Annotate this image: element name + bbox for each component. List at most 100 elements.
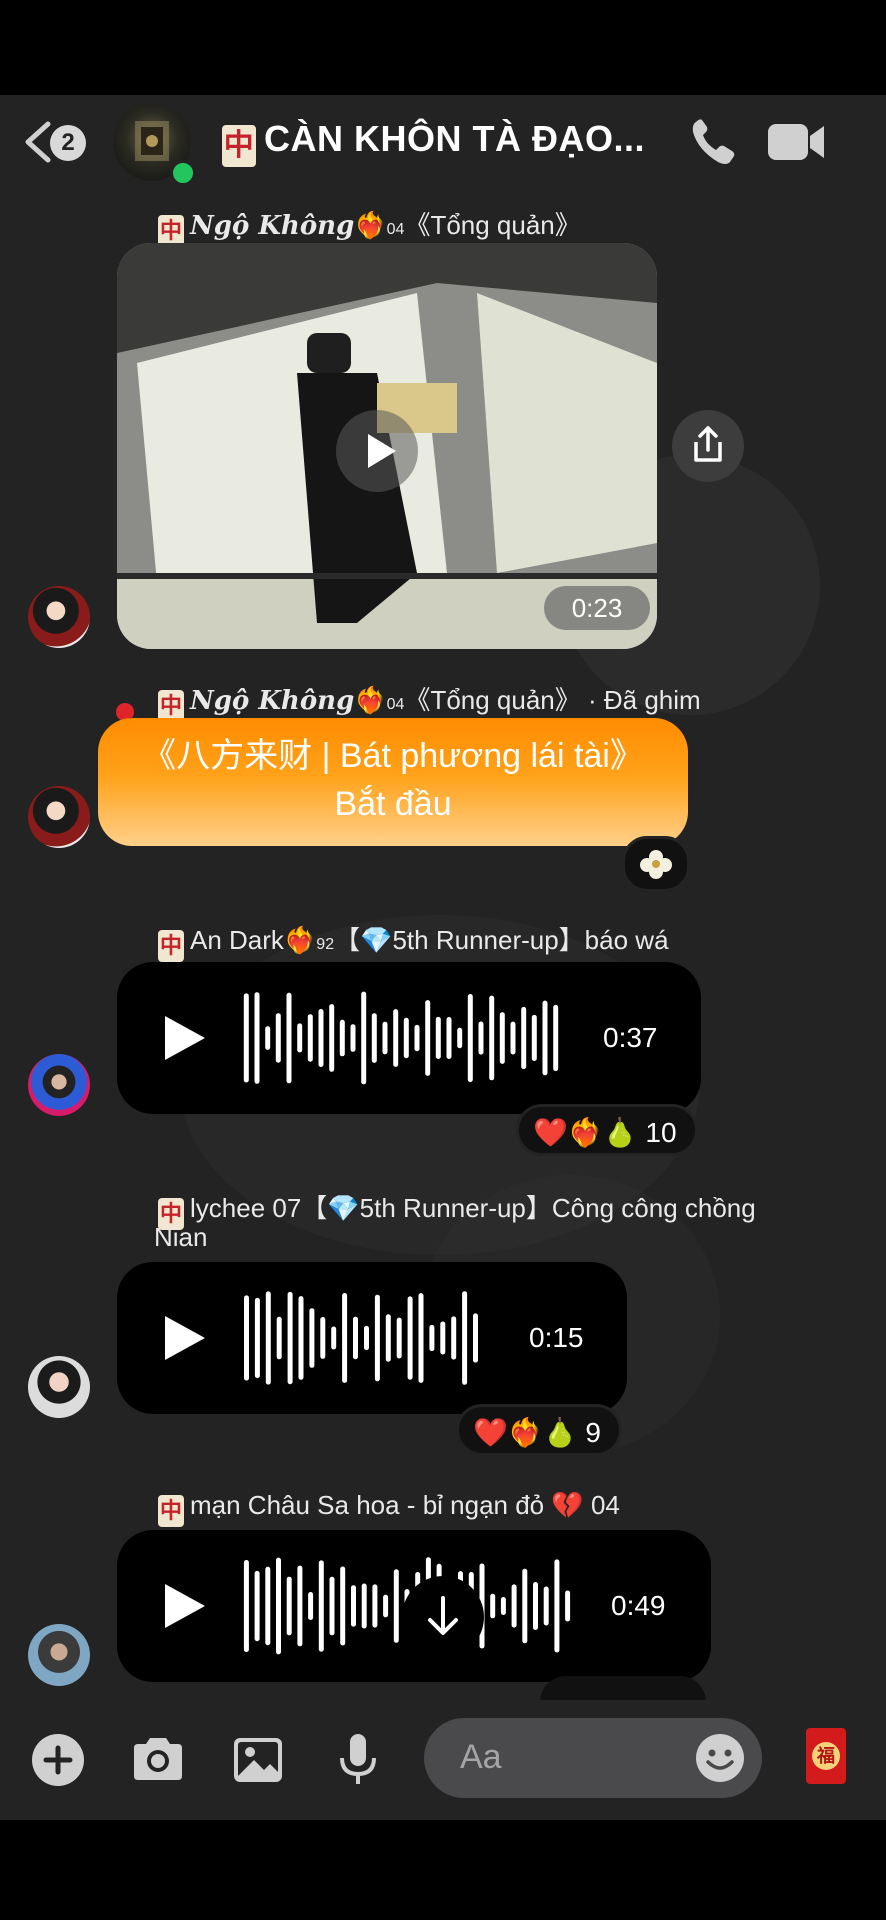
waveform-bar — [473, 1313, 478, 1363]
pinned-message-line2: Bắt đầu — [334, 785, 452, 823]
audio-play-icon[interactable] — [165, 1016, 205, 1060]
waveform-bar — [329, 1004, 335, 1072]
waveform-bar — [478, 1021, 484, 1055]
arrow-down-icon — [428, 1596, 458, 1635]
sender-name: Ngộ Không — [190, 686, 355, 716]
waveform-bar — [265, 1291, 271, 1385]
audio-duration: 0:15 — [529, 1322, 584, 1353]
message-input[interactable]: Aa — [424, 1718, 762, 1798]
sender-avatar[interactable] — [28, 1054, 90, 1116]
sender-name: mạn Châu Sa hoa - bỉ ngạn đỏ 💔 04 — [190, 1490, 620, 1520]
waveform-bar — [298, 1296, 304, 1380]
unread-badge[interactable]: 2 — [50, 125, 86, 161]
waveform-bar — [286, 1576, 292, 1636]
voice-message[interactable]: 0:37 — [117, 962, 701, 1114]
video-call-icon[interactable] — [766, 118, 828, 166]
waveform-bar — [385, 1314, 391, 1362]
mahjong-tile-icon: 中 — [222, 125, 256, 167]
message-sender: 中 lychee 07【💎5th Runner-up】Công công chồn… — [158, 1188, 756, 1230]
message-sender: 中 Ngộ Không❤️‍🔥04《Tổng quản》 — [158, 205, 581, 247]
emoji-icon[interactable] — [694, 1732, 746, 1784]
sender-avatar[interactable] — [28, 1356, 90, 1418]
waveform-bar — [361, 991, 367, 1085]
waveform-bar — [383, 1594, 389, 1618]
red-envelope-icon[interactable]: 福 — [806, 1728, 846, 1784]
camera-icon[interactable] — [126, 1728, 190, 1792]
heart-fire-icon: ❤️‍🔥 — [354, 210, 387, 240]
message-input-placeholder: Aa — [460, 1738, 502, 1776]
sender-avatar[interactable] — [28, 786, 90, 848]
gallery-icon[interactable] — [226, 1728, 290, 1792]
video-play-button[interactable] — [336, 410, 418, 492]
pinned-message-bubble[interactable]: 《八方来财 | Bát phương lái tài》 Bắt đầu — [98, 718, 688, 846]
sender-level: 92 — [316, 936, 335, 953]
reaction-emojis: ❤️❤️‍🔥🍐 — [533, 1117, 638, 1148]
sender-name: lychee 07【💎5th Runner-up】Công công chồng — [190, 1193, 756, 1223]
chat-title[interactable]: 中 CÀN KHÔN TÀ ĐẠO... — [222, 118, 662, 167]
waveform-bar — [565, 1590, 571, 1622]
waveform-bar — [244, 1295, 249, 1381]
waveform-bar — [467, 994, 473, 1083]
waveform-bar — [374, 1294, 380, 1382]
audio-play-icon[interactable] — [165, 1316, 205, 1360]
microphone-icon[interactable] — [326, 1728, 390, 1792]
waveform-bar — [435, 1016, 441, 1059]
waveform-bar — [451, 1316, 457, 1360]
waveform-bar — [499, 1012, 505, 1064]
waveform-bar — [339, 1019, 345, 1057]
add-icon[interactable] — [26, 1728, 90, 1792]
red-envelope-seal: 福 — [812, 1742, 840, 1770]
waveform-bar — [275, 1013, 281, 1063]
waveform-bar — [414, 1024, 420, 1052]
heart-fire-icon: ❤️‍🔥 — [283, 925, 317, 955]
reaction-summary[interactable]: ❤️❤️‍🔥🍐 9 — [456, 1404, 622, 1456]
waveform-bar — [440, 1321, 446, 1355]
waveform-bar — [254, 992, 260, 1084]
reaction-chip[interactable] — [622, 836, 690, 892]
audio-play-icon[interactable] — [165, 1584, 205, 1628]
messenger-screen: 2 中 CÀN KHÔN TÀ ĐẠO... 中 Ngộ Không❤️‍🔥04《T… — [0, 0, 886, 1920]
waveform-bar — [489, 995, 495, 1081]
waveform-bar — [329, 1576, 335, 1636]
waveform-bar — [286, 992, 292, 1084]
scroll-to-bottom-button[interactable] — [402, 1576, 484, 1658]
waveform-bar — [350, 1024, 356, 1052]
waveform-bar — [382, 1021, 388, 1055]
waveform-bar — [243, 1560, 249, 1653]
waveform-bar — [429, 1324, 435, 1352]
audio-duration: 0:49 — [611, 1590, 666, 1621]
heart-fire-icon: ❤️‍🔥 — [354, 685, 387, 715]
reaction-summary[interactable]: ❤️❤️‍🔥🍐 10 — [516, 1104, 698, 1156]
sender-level: 04 — [386, 696, 405, 713]
waveform-bar — [340, 1566, 346, 1646]
message-sender: 中 mạn Châu Sa hoa - bỉ ngạn đỏ 💔 04 — [158, 1490, 620, 1527]
pinned-message-line1: 《八方来财 | Bát phương lái tài》 — [142, 737, 644, 775]
waveform-bar — [371, 1013, 377, 1063]
reaction-emojis: ❤️❤️‍🔥🍐 — [473, 1417, 578, 1448]
waveform-bar — [353, 1316, 358, 1360]
waveform-bar — [331, 1326, 337, 1350]
waveform-bar — [403, 1017, 409, 1059]
sender-avatar[interactable] — [28, 1624, 90, 1686]
reaction-count: 10 — [645, 1117, 677, 1148]
waveform-bar — [297, 1565, 303, 1647]
online-indicator — [170, 160, 196, 186]
phone-call-icon[interactable] — [688, 116, 738, 168]
sender-name: An Dark — [190, 925, 284, 955]
waveform-bar — [543, 1586, 549, 1626]
mahjong-tile-icon: 中 — [158, 930, 184, 962]
share-button[interactable] — [672, 410, 744, 482]
waveform-bar — [500, 1597, 506, 1615]
waveform-bar — [254, 1297, 260, 1379]
waveform-bar — [396, 1317, 402, 1359]
sender-name: Ngộ Không — [190, 211, 355, 241]
voice-message[interactable]: 0:15 — [117, 1262, 627, 1414]
waveform-bar — [254, 1570, 260, 1642]
waveform-bar — [554, 1559, 560, 1653]
flower-reaction-icon — [640, 850, 672, 879]
waveform-bar — [320, 1317, 326, 1359]
sender-avatar[interactable] — [28, 586, 90, 648]
waveform-bar — [351, 1585, 356, 1627]
waveform-bar — [364, 1325, 369, 1351]
sender-rank: 【💎5th Runner-up】báo wá — [334, 925, 669, 955]
